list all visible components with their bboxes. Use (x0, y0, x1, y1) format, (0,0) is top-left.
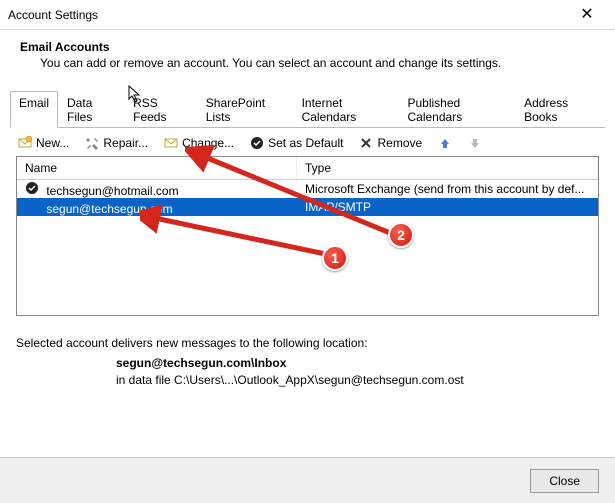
arrow-down-icon (468, 136, 482, 150)
repair-button[interactable]: Repair... (79, 134, 154, 152)
arrow-up-icon (438, 136, 452, 150)
dialog-footer: Close (0, 457, 615, 503)
tab-sharepoint-lists[interactable]: SharePoint Lists (197, 91, 293, 128)
window-title: Account Settings (8, 8, 567, 22)
toolbar: New... Repair... Change... Set as Defaul… (12, 134, 603, 152)
delete-x-icon (359, 136, 373, 150)
set-default-button[interactable]: Set as Default (244, 134, 349, 152)
accounts-list[interactable]: Name Type techsegun@hotmail.com Microsof… (16, 156, 599, 316)
account-name: segun@techsegun.com (46, 202, 172, 216)
mail-edit-icon (164, 136, 178, 150)
move-down-button[interactable] (462, 134, 488, 152)
header-subtitle: You can add or remove an account. You ca… (40, 56, 595, 70)
column-header-type[interactable]: Type (297, 157, 598, 179)
account-type: Microsoft Exchange (send from this accou… (297, 181, 598, 197)
remove-button[interactable]: Remove (353, 134, 428, 152)
tab-address-books[interactable]: Address Books (515, 91, 605, 128)
delivery-location: Selected account delivers new messages t… (16, 336, 599, 387)
location-datafile: in data file C:\Users\...\Outlook_AppX\s… (116, 373, 599, 387)
account-row[interactable]: techsegun@hotmail.com Microsoft Exchange… (17, 180, 598, 198)
tab-data-files[interactable]: Data Files (58, 91, 124, 128)
mail-new-icon (18, 136, 32, 150)
location-folder: segun@techsegun.com\Inbox (116, 356, 599, 370)
tab-strip: Email Data Files RSS Feeds SharePoint Li… (10, 90, 605, 128)
account-type: IMAP/SMTP (297, 199, 598, 215)
location-intro: Selected account delivers new messages t… (16, 336, 599, 350)
new-button[interactable]: New... (12, 134, 75, 152)
account-row[interactable]: segun@techsegun.com IMAP/SMTP (17, 198, 598, 216)
tab-published-calendars[interactable]: Published Calendars (399, 91, 516, 128)
account-name: techsegun@hotmail.com (46, 184, 178, 198)
title-bar: Account Settings ✕ (0, 0, 615, 30)
check-circle-icon (250, 136, 264, 150)
tools-icon (85, 136, 99, 150)
tab-internet-calendars[interactable]: Internet Calendars (293, 91, 399, 128)
change-button[interactable]: Change... (158, 134, 240, 152)
tab-email[interactable]: Email (10, 91, 58, 128)
move-up-button[interactable] (432, 134, 458, 152)
tab-rss-feeds[interactable]: RSS Feeds (124, 91, 197, 128)
default-check-icon (25, 181, 39, 195)
header: Email Accounts You can add or remove an … (0, 30, 615, 90)
header-title: Email Accounts (20, 40, 595, 54)
list-header: Name Type (17, 157, 598, 180)
column-header-name[interactable]: Name (17, 157, 297, 179)
close-button[interactable]: Close (530, 469, 599, 493)
blank-icon (25, 199, 39, 213)
close-icon[interactable]: ✕ (567, 7, 607, 23)
